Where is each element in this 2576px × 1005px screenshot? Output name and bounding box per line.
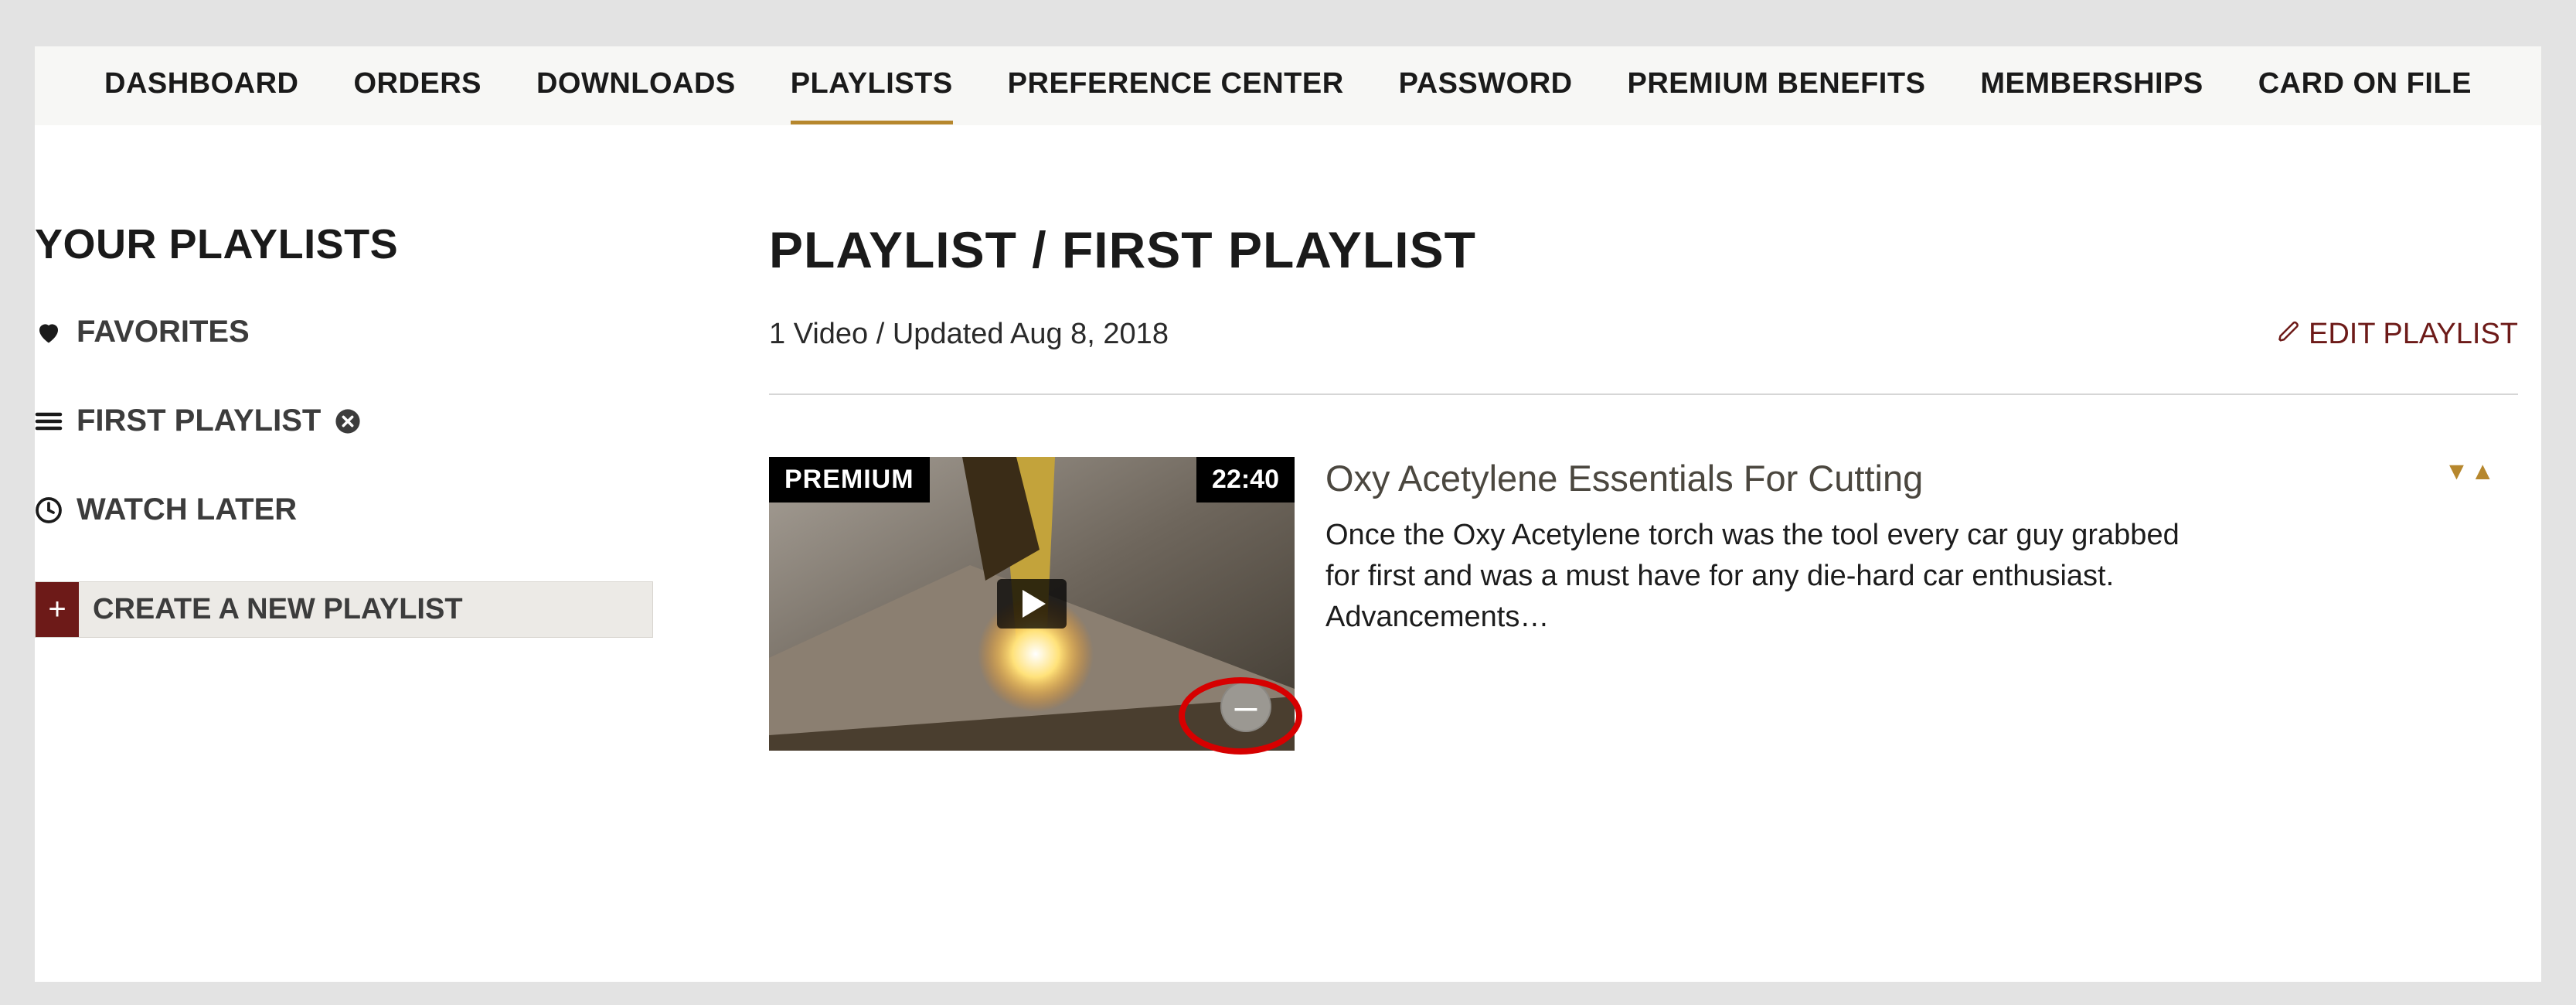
video-thumbnail[interactable]: PREMIUM 22:40 – [769,457,1295,751]
remove-playlist-icon[interactable] [335,408,361,434]
nav-dashboard[interactable]: DASHBOARD [104,47,299,124]
edit-playlist-label: EDIT PLAYLIST [2309,318,2518,351]
sidebar-title: YOUR PLAYLISTS [35,220,672,268]
nav-card-on-file[interactable]: CARD ON FILE [2258,47,2472,124]
video-title[interactable]: Oxy Acetylene Essentials For Cutting [1325,457,2518,499]
sidebar-item-favorites[interactable]: FAVORITES [35,315,672,349]
account-nav: DASHBOARD ORDERS DOWNLOADS PLAYLISTS PRE… [35,46,2541,125]
remove-from-playlist-button[interactable]: – [1220,681,1271,732]
premium-badge: PREMIUM [769,457,930,502]
playlists-sidebar: YOUR PLAYLISTS FAVORITES FIRST PLAYLIST [35,220,692,638]
nav-preference-center[interactable]: PREFERENCE CENTER [1008,47,1344,124]
nav-playlists[interactable]: PLAYLISTS [791,47,953,124]
sidebar-item-first-playlist[interactable]: FIRST PLAYLIST [35,404,672,438]
pencil-icon [2278,318,2301,351]
clock-icon [35,496,63,524]
duration-badge: 22:40 [1196,457,1295,502]
heart-icon [35,319,63,346]
play-icon[interactable] [997,579,1067,629]
nav-downloads[interactable]: DOWNLOADS [536,47,736,124]
plus-icon: + [36,582,79,637]
video-description: Once the Oxy Acetylene torch was the too… [1325,515,2191,639]
nav-orders[interactable]: ORDERS [353,47,482,124]
create-playlist-label: CREATE A NEW PLAYLIST [79,582,652,637]
list-icon [35,409,63,434]
sort-indicator-icon[interactable]: ▼▲ [2445,457,2495,485]
nav-memberships[interactable]: MEMBERSHIPS [1980,47,2203,124]
sidebar-item-label: WATCH LATER [77,492,297,527]
edit-playlist-button[interactable]: EDIT PLAYLIST [2278,318,2518,351]
playlist-heading: PLAYLIST / FIRST PLAYLIST [769,220,2518,279]
nav-premium-benefits[interactable]: PREMIUM BENEFITS [1628,47,1926,124]
create-playlist-button[interactable]: + CREATE A NEW PLAYLIST [35,581,653,638]
playlist-video-row: PREMIUM 22:40 – Oxy Acetylene Essentials… [769,457,2518,751]
playlist-main: PLAYLIST / FIRST PLAYLIST 1 Video / Upda… [769,220,2541,751]
sidebar-item-watch-later[interactable]: WATCH LATER [35,492,672,527]
sidebar-item-label: FAVORITES [77,315,250,349]
playlist-meta: 1 Video / Updated Aug 8, 2018 [769,318,1169,351]
nav-password[interactable]: PASSWORD [1399,47,1573,124]
sidebar-item-label: FIRST PLAYLIST [77,404,321,438]
